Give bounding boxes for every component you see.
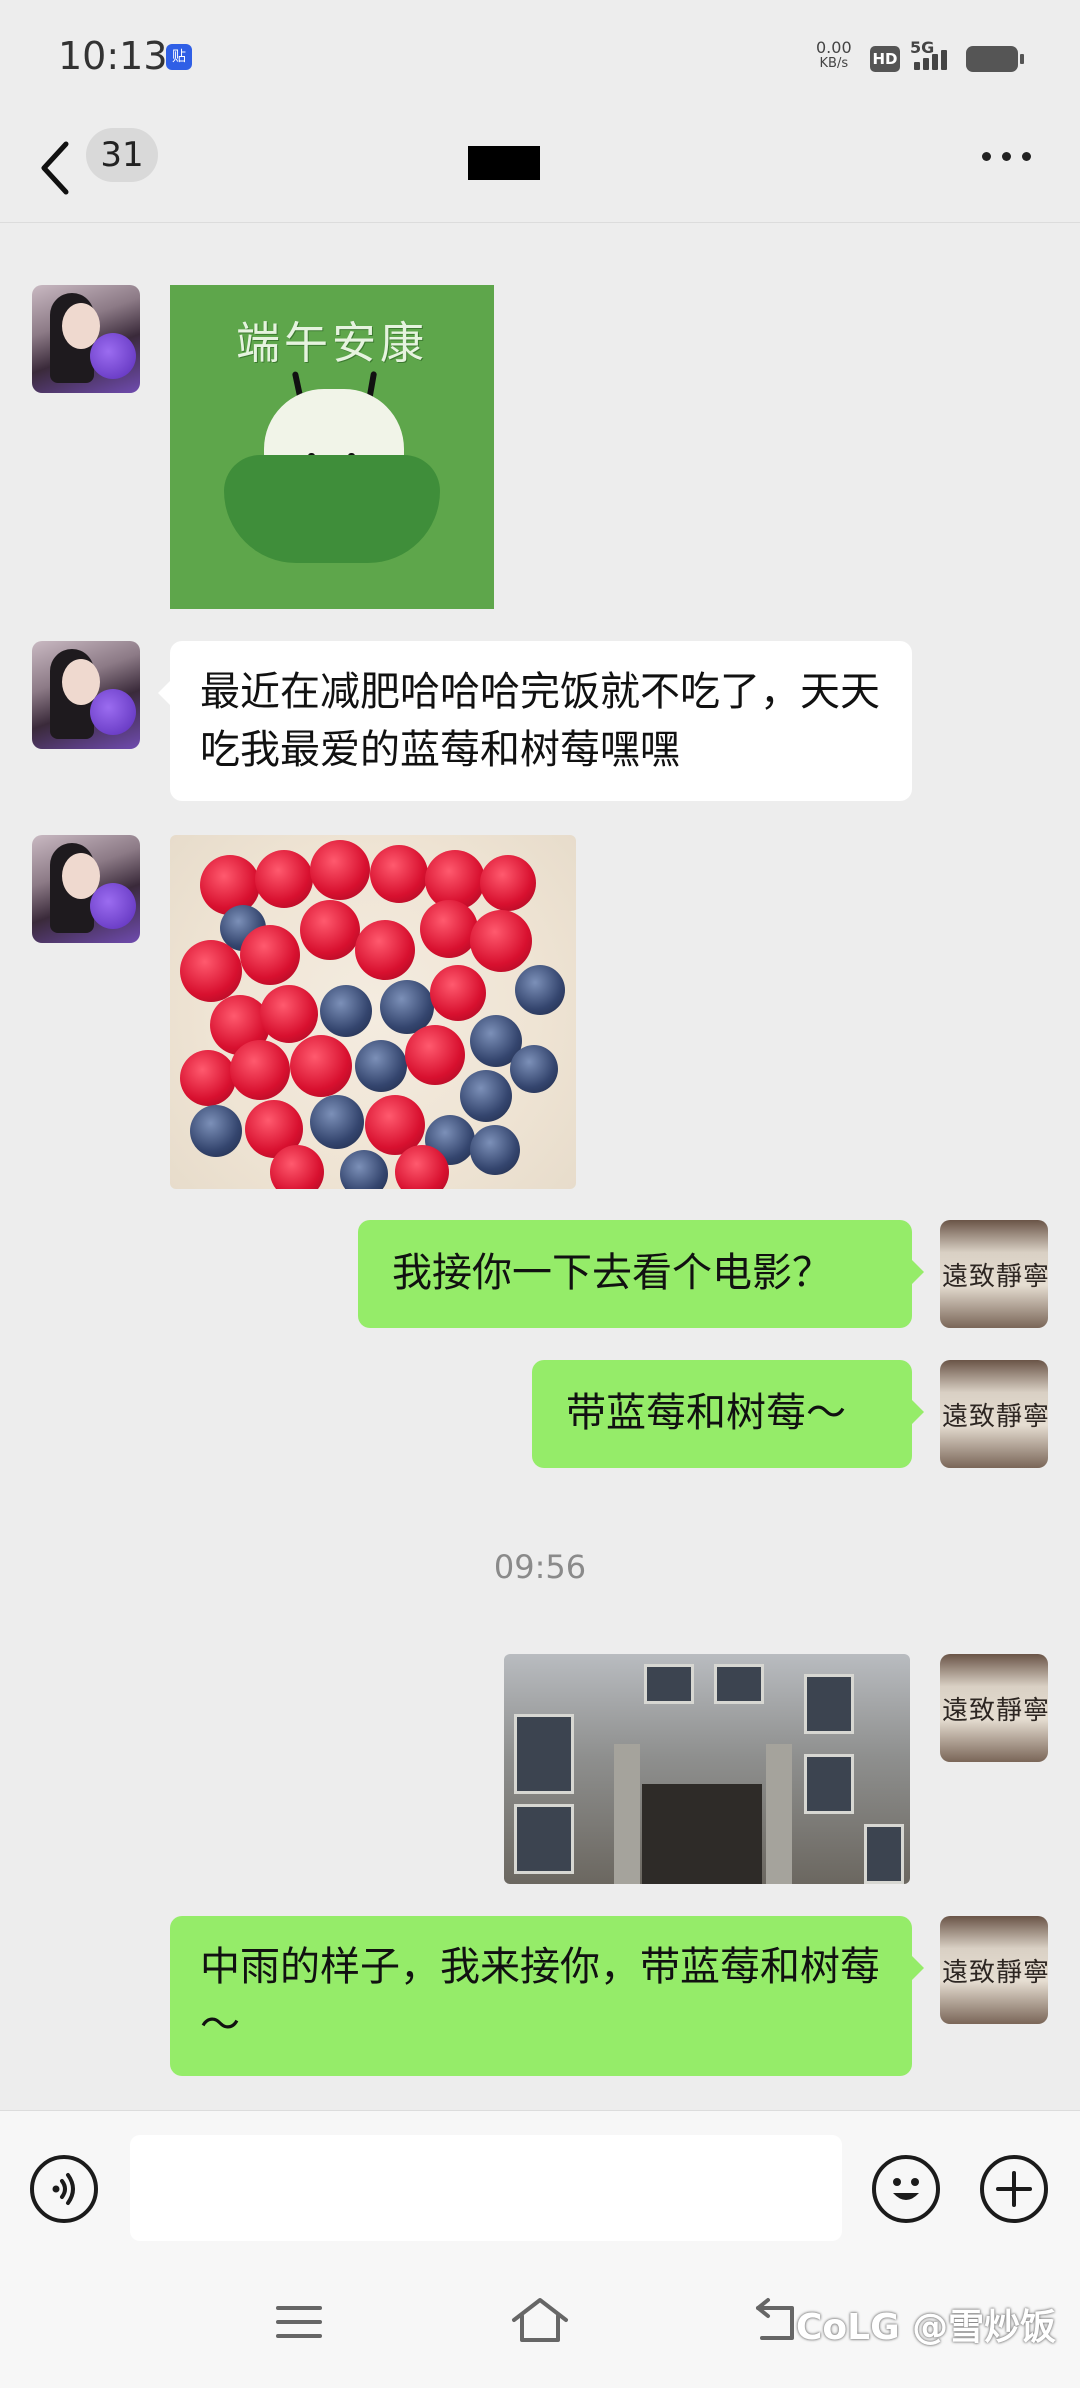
- hd-icon: HD: [870, 46, 900, 72]
- status-time: 10:13: [58, 34, 168, 78]
- network-speed-value: 0.00: [816, 38, 852, 57]
- avatar-calligraphy: 遠致靜寧: [942, 1696, 1048, 1726]
- chat-header: [0, 118, 1080, 223]
- contact-avatar[interactable]: [32, 641, 140, 749]
- sticker-message[interactable]: 端午安康: [170, 285, 494, 609]
- chat-title-redacted: [468, 146, 540, 180]
- network-type: 5G: [910, 38, 935, 57]
- sticker-caption: 端午安康: [236, 318, 428, 369]
- network-speed-unit: KB/s: [819, 56, 849, 71]
- message-text: 中雨的样子，我来接你，带蓝莓和树莓～: [200, 1944, 880, 2048]
- more-dots-icon[interactable]: [972, 136, 1042, 176]
- my-avatar[interactable]: 遠致靜寧: [940, 1220, 1048, 1328]
- message-bubble-sent[interactable]: 中雨的样子，我来接你，带蓝莓和树莓～: [170, 1916, 924, 2076]
- timestamp-divider: 09:56: [493, 1548, 587, 1586]
- menu-icon[interactable]: [274, 2302, 324, 2342]
- message-text: 最近在减肥哈哈哈完饭就不吃了，天天吃我最爱的蓝莓和树莓嘿嘿: [200, 669, 880, 773]
- emoji-icon[interactable]: [872, 2155, 940, 2223]
- photo-message-building[interactable]: [504, 1654, 910, 1884]
- home-icon[interactable]: [510, 2296, 570, 2346]
- avatar-calligraphy: 遠致靜寧: [942, 1958, 1048, 1988]
- avatar-calligraphy: 遠致靜寧: [942, 1402, 1048, 1432]
- chevron-left-icon[interactable]: [36, 138, 76, 198]
- message-text: 带蓝莓和树莓～: [566, 1390, 846, 1436]
- message-text: 我接你一下去看个电影？: [392, 1250, 832, 1296]
- contact-avatar[interactable]: [32, 835, 140, 943]
- message-input[interactable]: [130, 2135, 842, 2241]
- signal-icon: 5G: [910, 38, 958, 76]
- my-avatar[interactable]: 遠致靜寧: [940, 1654, 1048, 1762]
- battery-icon: [966, 46, 1024, 72]
- input-bar: [0, 2110, 1080, 2267]
- message-bubble-sent[interactable]: 带蓝莓和树莓～: [532, 1360, 924, 1468]
- my-avatar[interactable]: 遠致靜寧: [940, 1916, 1048, 2024]
- watermark: CoLG @雪炒饭: [796, 2307, 1057, 2348]
- message-bubble-received[interactable]: 最近在减肥哈哈哈完饭就不吃了，天天吃我最爱的蓝莓和树莓嘿嘿: [158, 641, 912, 801]
- contact-avatar[interactable]: [32, 285, 140, 393]
- voice-icon[interactable]: [30, 2155, 98, 2223]
- unread-count-badge[interactable]: 31: [86, 128, 158, 182]
- avatar-calligraphy: 遠致靜寧: [942, 1262, 1048, 1292]
- photo-message-berries[interactable]: [170, 835, 576, 1189]
- message-bubble-sent[interactable]: 我接你一下去看个电影？: [358, 1220, 924, 1328]
- my-avatar[interactable]: 遠致靜寧: [940, 1360, 1048, 1468]
- network-speed: 0.00 KB/s: [816, 40, 852, 72]
- status-bar: 10:13 贴 0.00 KB/s HD 5G: [0, 0, 1080, 118]
- app-notification-icon: 贴: [166, 44, 192, 70]
- plus-icon[interactable]: [980, 2155, 1048, 2223]
